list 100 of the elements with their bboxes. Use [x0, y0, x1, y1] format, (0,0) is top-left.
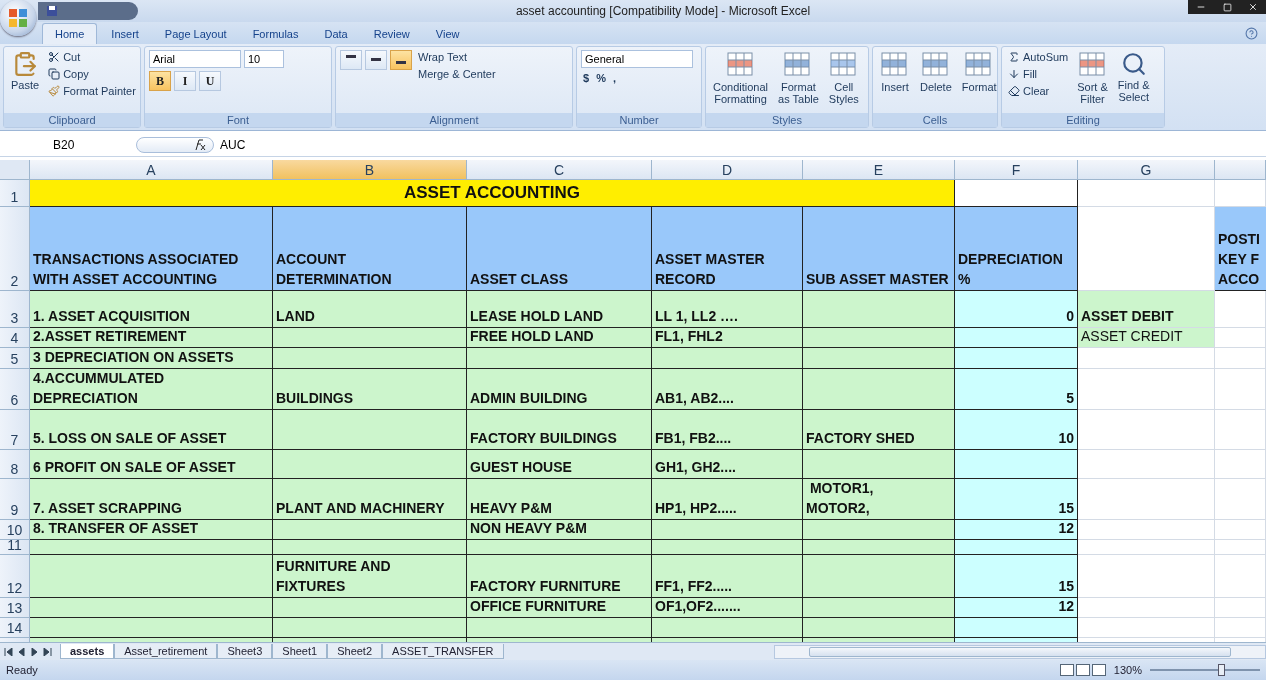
ribbon-tab[interactable]: Page Layout: [152, 24, 239, 45]
column-header[interactable]: C: [467, 160, 652, 181]
group-label: Alignment: [336, 112, 572, 127]
copy-icon[interactable]: [48, 68, 61, 81]
row-header[interactable]: 12: [0, 555, 30, 599]
sheet-tab[interactable]: assets: [60, 644, 115, 660]
align-button[interactable]: [365, 50, 387, 71]
sheet-tab[interactable]: ASSET_TRANSFER: [382, 644, 504, 660]
sheet-cell: 10: [955, 410, 1078, 451]
office-logo[interactable]: [7, 7, 29, 29]
group-label: Editing: [1002, 112, 1164, 127]
view-icon[interactable]: [1059, 664, 1074, 677]
name-box[interactable]: B20: [0, 136, 130, 155]
ribbon-tab[interactable]: Review: [361, 24, 422, 45]
sheet-tab[interactable]: Sheet1: [272, 644, 328, 660]
office-button[interactable]: [0, 0, 36, 36]
zoom-thumb[interactable]: [1218, 664, 1225, 677]
search-icon[interactable]: [1120, 51, 1147, 78]
row-header[interactable]: 1: [0, 180, 30, 208]
sheet-cell: FREE HOLD LAND: [467, 328, 652, 349]
paste-button[interactable]: Paste: [8, 50, 43, 110]
merge-center-button[interactable]: Merge & Center: [416, 67, 498, 82]
cells-button[interactable]: Format: [958, 50, 1000, 110]
number-format-field[interactable]: General: [581, 50, 693, 69]
horizontal-scrollbar[interactable]: [774, 644, 1266, 659]
sheet-cell: [1215, 618, 1266, 639]
column-heading: TRANSACTIONS ASSOCIATED WITH ASSET ACCOUNTING: [30, 207, 273, 292]
row-header[interactable]: 13: [0, 598, 30, 619]
clipboard-icon[interactable]: [12, 51, 39, 78]
eraser-icon[interactable]: [1008, 85, 1020, 98]
styles-button[interactable]: Conditional Formatting: [710, 50, 772, 110]
font-size-field[interactable]: 10: [244, 50, 284, 69]
sheet-cell: [1215, 598, 1266, 619]
editing-button[interactable]: AutoSum: [1006, 50, 1071, 65]
row-header[interactable]: 7: [0, 410, 30, 451]
column-header[interactable]: B: [273, 160, 467, 181]
sheet-tab[interactable]: Sheet2: [327, 644, 383, 660]
column-header[interactable]: A: [30, 160, 273, 181]
align-button[interactable]: [390, 50, 412, 71]
sheet-tab[interactable]: Asset_retirement: [114, 644, 218, 660]
row-header[interactable]: 6: [0, 369, 30, 411]
ribbon-tab[interactable]: Home: [42, 23, 98, 45]
font-style-button[interactable]: I: [174, 71, 196, 92]
save-icon[interactable]: [46, 4, 58, 17]
ribbon-tab[interactable]: Data: [312, 24, 360, 45]
sheet-tab[interactable]: Sheet3: [217, 644, 273, 660]
cells-button[interactable]: Delete: [917, 50, 955, 110]
sheet-cell: PLANT AND MACHINERY: [273, 479, 467, 521]
sigma-icon[interactable]: [1008, 51, 1020, 64]
fx-icon[interactable]: [136, 137, 214, 154]
sheet-cell: 15: [955, 479, 1078, 521]
ribbon-tab[interactable]: View: [423, 24, 472, 45]
font-style-button[interactable]: B: [149, 71, 171, 92]
number-format-button[interactable]: %: [594, 71, 608, 86]
row-header[interactable]: 3: [0, 291, 30, 329]
font-style-button[interactable]: U: [199, 71, 221, 92]
row-header[interactable]: 10: [0, 520, 30, 541]
editing-button[interactable]: Sort & Filter: [1074, 50, 1111, 110]
quick-access-toolbar[interactable]: [38, 1, 138, 20]
format-painter-button[interactable]: Format Painter: [46, 84, 138, 99]
help-icon[interactable]: [1245, 27, 1258, 41]
sheet-cell: [1215, 555, 1266, 599]
ribbon-tab[interactable]: Formulas: [240, 24, 311, 45]
row-header[interactable]: 4: [0, 328, 30, 349]
editing-button[interactable]: Fill: [1006, 67, 1071, 82]
editing-button[interactable]: Find & Select: [1114, 50, 1153, 110]
sheet-cell: [1215, 410, 1266, 451]
wrap-text-button[interactable]: Wrap Text: [416, 50, 498, 65]
scissors-icon[interactable]: [48, 51, 61, 64]
column-header[interactable]: E: [803, 160, 955, 181]
row-header[interactable]: 14: [0, 618, 30, 639]
sheet-cell: FACTORY SHED: [803, 410, 955, 451]
column-header[interactable]: G: [1078, 160, 1215, 181]
view-icon[interactable]: [1075, 664, 1090, 677]
view-icon[interactable]: [1091, 664, 1106, 677]
styles-button[interactable]: Format as Table: [775, 50, 822, 110]
font-name-field[interactable]: Arial: [149, 50, 241, 69]
sheet-cell: 2.ASSET RETIREMENT: [30, 328, 273, 349]
close-icon[interactable]: [1248, 2, 1258, 12]
sheet-cell: 12: [955, 520, 1078, 541]
formula-field[interactable]: AUC: [220, 138, 246, 153]
maximize-icon[interactable]: [1222, 2, 1232, 12]
row-header[interactable]: 11: [0, 540, 30, 556]
align-button[interactable]: [340, 50, 362, 71]
arrow-down-icon[interactable]: [1008, 68, 1020, 81]
number-format-button[interactable]: ,: [610, 71, 618, 86]
row-header[interactable]: 5: [0, 348, 30, 370]
editing-button[interactable]: Clear: [1006, 84, 1071, 99]
row-header[interactable]: 2: [0, 207, 30, 292]
styles-button[interactable]: Cell Styles: [825, 50, 862, 110]
cut-button[interactable]: Cut: [46, 50, 138, 65]
row-header[interactable]: 8: [0, 450, 30, 480]
cells-button[interactable]: Insert: [877, 50, 913, 110]
number-format-button[interactable]: $: [581, 71, 592, 86]
sheet-cell: BUILDINGS: [273, 369, 467, 411]
column-header[interactable]: F: [955, 160, 1078, 181]
ribbon-tab[interactable]: Insert: [99, 24, 151, 45]
copy-button[interactable]: Copy: [46, 67, 138, 82]
row-header[interactable]: 9: [0, 479, 30, 521]
column-header[interactable]: D: [652, 160, 803, 181]
